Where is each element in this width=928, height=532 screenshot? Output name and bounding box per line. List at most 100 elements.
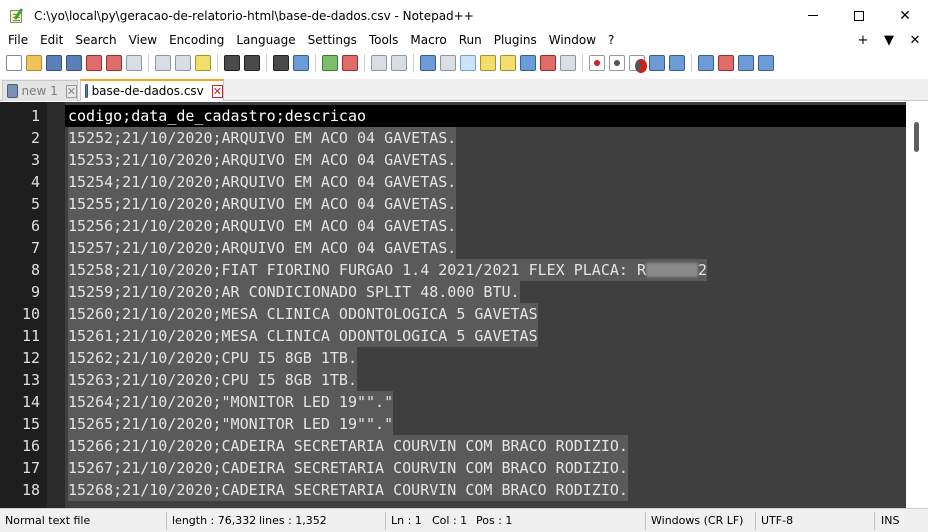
sync-vertical-icon[interactable] <box>371 55 387 71</box>
new-tab-button[interactable]: + <box>850 33 876 48</box>
editor-line[interactable]: 9 15259;21/10/2020;AR CONDICIONADO SPLIT … <box>0 281 906 303</box>
save-icon[interactable] <box>46 55 62 71</box>
close-all-icon[interactable] <box>106 55 122 71</box>
editor-line[interactable]: 13 15263;21/10/2020;CPU I5 8GB 1TB. <box>0 369 906 391</box>
zoom-in-icon[interactable] <box>322 55 338 71</box>
line-number: 18 <box>21 481 40 499</box>
close-document-button[interactable]: ✕ <box>902 33 928 48</box>
copy-icon[interactable] <box>175 55 191 71</box>
plugin-icon-c[interactable] <box>758 55 774 71</box>
menu-plugins[interactable]: Plugins <box>488 31 543 50</box>
menu-encoding[interactable]: Encoding <box>163 31 230 50</box>
launch-in-browser-icon[interactable] <box>698 55 714 71</box>
redo-icon[interactable] <box>244 55 260 71</box>
plugin-icon-a[interactable] <box>718 55 734 71</box>
editor-line[interactable]: 16 15266;21/10/2020;CADEIRA SECRETARIA CO… <box>0 435 906 457</box>
line-text-with-redaction: 15258;21/10/2020;FIAT FIORINO FURGAO 1.4… <box>68 259 707 281</box>
zoom-out-icon[interactable] <box>342 55 358 71</box>
line-number: 17 <box>21 459 40 477</box>
save-macro-icon[interactable] <box>669 55 685 71</box>
run-macro-multiple-icon[interactable] <box>649 55 665 71</box>
record-macro-icon[interactable] <box>589 55 605 71</box>
menu-edit[interactable]: Edit <box>34 31 69 50</box>
tab-list-button[interactable]: ▼ <box>876 33 902 48</box>
word-wrap-icon[interactable] <box>420 55 436 71</box>
play-macro-icon[interactable] <box>629 55 647 73</box>
user-defined-language-icon[interactable] <box>480 55 496 71</box>
menu-file[interactable]: File <box>2 31 34 50</box>
toolbar-separator <box>266 54 267 72</box>
minimize-button[interactable] <box>790 0 836 31</box>
menu-run[interactable]: Run <box>453 31 488 50</box>
paste-icon[interactable] <box>195 55 211 71</box>
cut-icon[interactable] <box>155 55 171 71</box>
status-bar: Normal text file length : 76,332 lines :… <box>0 508 928 532</box>
tab-label: base-de-dados.csv <box>91 84 204 98</box>
vertical-scrollbar[interactable] <box>906 102 928 508</box>
menu-macro[interactable]: Macro <box>404 31 452 50</box>
editor-line[interactable]: 2 15252;21/10/2020;ARQUIVO EM ACO 04 GAVE… <box>0 127 906 149</box>
menu-language[interactable]: Language <box>230 31 301 50</box>
editor-line[interactable]: 17 15267;21/10/2020;CADEIRA SECRETARIA CO… <box>0 457 906 479</box>
line-text: 15261;21/10/2020;MESA CLINICA ODONTOLOGI… <box>68 325 538 347</box>
plugin-icon-b[interactable] <box>738 55 754 71</box>
editor-line[interactable]: 11 15261;21/10/2020;MESA CLINICA ODONTOLO… <box>0 325 906 347</box>
line-number: 15 <box>21 415 40 433</box>
tab-close-button[interactable]: ✕ <box>65 84 77 98</box>
toolbar-separator <box>691 54 692 72</box>
editor-line[interactable]: 3 15253;21/10/2020;ARQUIVO EM ACO 04 GAVE… <box>0 149 906 171</box>
close-file-icon[interactable] <box>86 55 102 71</box>
close-window-button[interactable]: ✕ <box>882 0 928 31</box>
tab-base-de-dados[interactable]: base-de-dados.csv ✕ <box>80 79 224 101</box>
status-file-type: Normal text file <box>5 514 91 527</box>
folder-as-workspace-icon[interactable] <box>540 55 556 71</box>
tab-close-button[interactable]: ✕ <box>211 84 223 98</box>
editor-line[interactable]: 7 15257;21/10/2020;ARQUIVO EM ACO 04 GAVE… <box>0 237 906 259</box>
editor-line[interactable]: 6 15256;21/10/2020;ARQUIVO EM ACO 04 GAVE… <box>0 215 906 237</box>
menu-help[interactable]: ? <box>602 31 620 50</box>
editor-line[interactable]: 18 15268;21/10/2020;CADEIRA SECRETARIA CO… <box>0 479 906 501</box>
show-all-characters-icon[interactable] <box>440 55 456 71</box>
print-icon[interactable] <box>126 55 142 71</box>
new-file-icon[interactable] <box>6 55 22 71</box>
editor-line[interactable]: 10 15260;21/10/2020;MESA CLINICA ODONTOLO… <box>0 303 906 325</box>
menu-window[interactable]: Window <box>543 31 602 50</box>
editor-line[interactable]: 1 codigo;data_de_cadastro;descricao <box>0 105 915 127</box>
indent-guide-icon[interactable] <box>460 55 476 71</box>
menu-tools[interactable]: Tools <box>363 31 405 50</box>
monitoring-icon[interactable] <box>560 55 576 71</box>
line-text: 15265;21/10/2020;"MONITOR LED 19""." <box>68 413 394 435</box>
line-number: 11 <box>21 327 40 345</box>
menu-settings[interactable]: Settings <box>302 31 363 50</box>
stop-recording-icon[interactable] <box>609 55 625 71</box>
line-text: 15268;21/10/2020;CADEIRA SECRETARIA COUR… <box>68 479 628 501</box>
function-list-icon[interactable] <box>520 55 536 71</box>
replace-icon[interactable] <box>293 55 309 71</box>
floppy-disk-icon <box>7 84 18 98</box>
sync-horizontal-icon[interactable] <box>391 55 407 71</box>
toolbar-separator <box>217 54 218 72</box>
scrollbar-thumb[interactable] <box>914 122 919 152</box>
undo-icon[interactable] <box>224 55 240 71</box>
line-number: 4 <box>30 173 40 191</box>
editor-line[interactable]: 15 15265;21/10/2020;"MONITOR LED 19""." <box>0 413 906 435</box>
editor-line[interactable]: 8 15258;21/10/2020;FIAT FIORINO FURGAO 1.… <box>0 259 906 281</box>
line-number: 1 <box>30 107 40 125</box>
tab-new-1[interactable]: new 1 ✕ <box>2 80 78 101</box>
editor-line[interactable]: 14 15264;21/10/2020;"MONITOR LED 19""." <box>0 391 906 413</box>
menu-search[interactable]: Search <box>69 31 122 50</box>
document-map-icon[interactable] <box>500 55 516 71</box>
save-all-icon[interactable] <box>66 55 82 71</box>
line-number: 13 <box>21 371 40 389</box>
open-folder-icon[interactable] <box>26 55 42 71</box>
menu-right-controls: + ▼ ✕ <box>850 31 928 50</box>
editor-line[interactable]: 12 15262;21/10/2020;CPU I5 8GB 1TB. <box>0 347 906 369</box>
editor-line[interactable]: 5 15255;21/10/2020;ARQUIVO EM ACO 04 GAVE… <box>0 193 906 215</box>
text-editor[interactable]: 1 codigo;data_de_cadastro;descricao 2 1525… <box>0 102 928 508</box>
editor-line[interactable]: 4 15254;21/10/2020;ARQUIVO EM ACO 04 GAVE… <box>0 171 906 193</box>
maximize-button[interactable] <box>836 0 882 31</box>
menu-view[interactable]: View <box>123 31 163 50</box>
find-icon[interactable] <box>273 55 289 71</box>
floppy-disk-icon <box>85 84 88 98</box>
line-number: 14 <box>21 393 40 411</box>
